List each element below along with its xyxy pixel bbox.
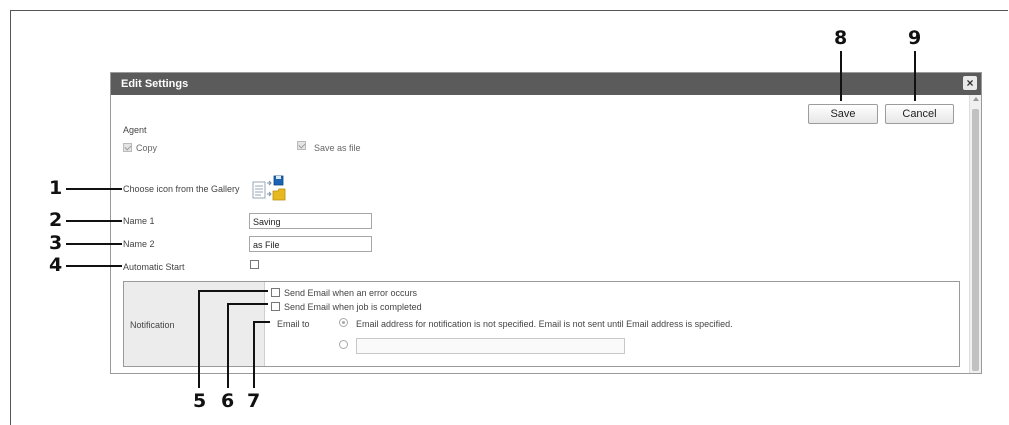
notification-header-cell: Notification — [124, 282, 265, 366]
email-option-default-label: Email address for notification is not sp… — [356, 319, 733, 329]
save-button[interactable]: Save — [808, 104, 878, 124]
callout-5-line-h — [198, 290, 268, 292]
callout-8: 8 — [834, 27, 848, 49]
email-option-custom-radio[interactable] — [339, 340, 348, 349]
automatic-start-label: Automatic Start — [123, 262, 185, 272]
error-email-label: Send Email when an error occurs — [284, 288, 418, 298]
callout-3-line — [66, 243, 122, 245]
save-as-file-checkbox — [297, 141, 306, 150]
callout-4-line — [66, 265, 122, 267]
scrollbar-thumb[interactable] — [972, 109, 979, 371]
callout-7-line-h — [253, 321, 270, 323]
callout-2-line — [66, 220, 122, 222]
document-to-folder-icon[interactable] — [252, 174, 288, 206]
callout-3: 3 — [49, 232, 63, 254]
callout-6: 6 — [221, 390, 235, 412]
callout-7-line-v — [253, 321, 255, 388]
dialog-titlebar: Edit Settings × — [111, 73, 981, 95]
notification-heading: Notification — [130, 320, 175, 330]
agent-heading: Agent — [123, 125, 147, 135]
callout-6-line-v — [227, 303, 229, 388]
name1-field[interactable]: Saving — [249, 213, 372, 229]
name1-label: Name 1 — [123, 216, 155, 226]
notification-section: Notification Send Email when an error oc… — [123, 281, 960, 367]
completed-email-label: Send Email when job is completed — [284, 302, 422, 312]
choose-icon-label: Choose icon from the Gallery — [123, 184, 240, 194]
vertical-scrollbar[interactable] — [969, 95, 981, 373]
dialog-body: Save Cancel Agent Copy Save as file Choo… — [111, 95, 981, 373]
callout-2: 2 — [49, 209, 63, 231]
email-to-label: Email to — [277, 319, 310, 329]
copy-checkbox — [123, 143, 132, 152]
callout-4: 4 — [49, 254, 63, 276]
callout-5: 5 — [193, 390, 207, 412]
name2-field[interactable]: as File — [249, 236, 372, 252]
name2-label: Name 2 — [123, 239, 155, 249]
scroll-up-arrow-icon[interactable] — [973, 97, 979, 101]
callout-5-line-v — [198, 290, 200, 388]
cancel-button[interactable]: Cancel — [885, 104, 954, 124]
callout-9-line — [914, 51, 916, 101]
save-as-file-label: Save as file — [314, 143, 361, 153]
close-icon[interactable]: × — [963, 76, 977, 90]
completed-email-checkbox[interactable] — [271, 302, 280, 311]
callout-9: 9 — [908, 27, 922, 49]
callout-1: 1 — [49, 177, 63, 199]
callout-7: 7 — [247, 390, 261, 412]
edit-settings-dialog: Edit Settings × Save Cancel Agent Copy S… — [110, 72, 982, 374]
screen-frame-top — [10, 10, 1008, 11]
screen-frame-left — [10, 10, 11, 425]
email-address-field[interactable] — [356, 338, 625, 354]
callout-8-line — [840, 51, 842, 101]
callout-1-line — [66, 188, 122, 190]
automatic-start-checkbox[interactable] — [250, 260, 259, 269]
dialog-title: Edit Settings — [121, 78, 189, 90]
email-option-default-radio[interactable] — [339, 318, 348, 327]
copy-label: Copy — [136, 143, 158, 153]
error-email-checkbox[interactable] — [271, 288, 280, 297]
callout-6-line-h — [227, 303, 268, 305]
